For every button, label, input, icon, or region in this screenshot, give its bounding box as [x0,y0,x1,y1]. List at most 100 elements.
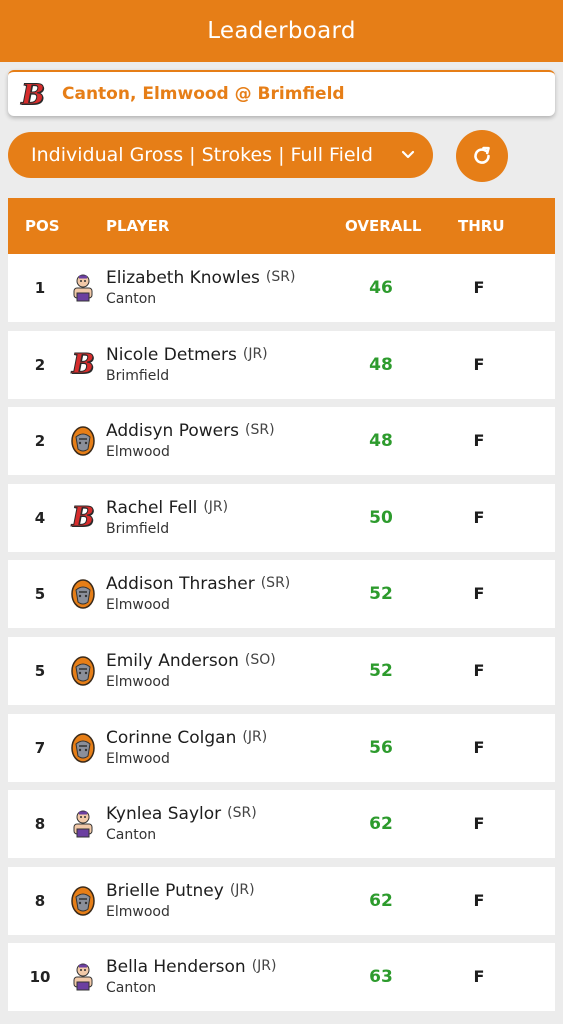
thru-status: F [473,660,485,680]
player-class: (SO) [244,651,276,668]
row-position: 8 [34,815,46,834]
elmwood-logo-icon [68,885,98,917]
table-row[interactable]: 5 Emily Anderson (SO) Elmwood 52 F [8,636,555,705]
player-class: (SR) [265,269,296,285]
player-name-line: Rachel Fell (JR) [106,498,228,518]
player-name: Nicole Detmers [106,344,237,365]
brimfield-logo-icon: B [71,349,95,381]
row-position: 5 [34,585,46,604]
thru-status: F [473,890,485,910]
player-name-line: Nicole Detmers (JR) [106,345,268,365]
table-row[interactable]: 2 B Nicole Detmers (JR) Brimfield 48 F [8,330,555,399]
match-title: Canton, Elmwood @ Brimfield [62,84,345,104]
player-team: Canton [106,291,157,307]
column-header-overall[interactable]: OVERALL [345,217,421,235]
player-team: Elmwood [106,903,170,920]
chevron-down-icon [401,150,415,159]
player-team: Elmwood [106,597,170,614]
player-name: Bella Henderson [106,957,246,978]
player-name-line: Brielle Putney (JR) [106,881,255,901]
canton-logo-icon [68,808,98,840]
player-name: Brielle Putney [106,880,224,901]
row-position: 1 [34,279,46,297]
row-position: 5 [34,661,46,680]
row-position: 7 [34,738,46,757]
player-class: (JR) [251,958,277,975]
player-name: Kynlea Saylor [106,804,222,825]
leaderboard-type-select[interactable]: Individual Gross | Strokes | Full Field [8,132,433,178]
refresh-icon [474,146,490,164]
table-row[interactable]: 8 Kynlea Saylor (SR) Canton 62 F [8,790,555,859]
filter-row: Individual Gross | Strokes | Full Field [8,130,555,182]
elmwood-logo-icon [68,578,98,610]
table-row[interactable]: 8 Brielle Putney (JR) Elmwood 62 F [8,866,555,935]
table-row[interactable]: 5 Addison Thrasher (SR) Elmwood 52 F [8,560,555,629]
leaderboard-list: 1 Elizabeth Knowles (SR) Canton 46 F 2 B Nicole … [8,254,555,1020]
thru-status: F [473,584,485,604]
player-team: Brimfield [106,367,170,384]
player-name: Addison Thrasher [106,574,255,595]
thru-status: F [473,967,485,987]
overall-score: 63 [369,967,393,988]
top-app-bar: Leaderboard [0,0,563,62]
player-team: Canton [106,827,157,844]
row-position: 2 [34,432,46,451]
overall-score: 62 [369,814,393,835]
player-class: (JR) [203,498,229,515]
elmwood-logo-icon [68,425,98,457]
table-row[interactable]: 2 Addisyn Powers (SR) Elmwood 48 F [8,407,555,476]
elmwood-logo-icon [68,732,98,764]
row-position: 4 [34,508,46,527]
player-class: (JR) [242,728,268,745]
table-row[interactable]: 7 Corinne Colgan (JR) Elmwood 56 F [8,713,555,782]
refresh-button[interactable] [456,130,508,182]
thru-status: F [473,814,485,834]
thru-status: F [473,278,485,297]
thru-status: F [473,354,485,374]
player-class: (SR) [227,805,257,822]
player-name: Emily Anderson [106,650,239,671]
player-name-line: Emily Anderson (SO) [106,651,276,671]
player-class: (JR) [242,345,268,362]
canton-logo-icon [68,272,98,304]
canton-logo-icon [68,961,98,993]
brimfield-logo-icon: B [71,502,95,534]
player-team: Elmwood [106,444,170,461]
overall-score: 52 [369,584,393,605]
table-row[interactable]: 10 Bella Henderson (JR) Canton 63 F [8,943,555,1012]
player-name-line: Bella Henderson (JR) [106,957,276,977]
overall-score: 56 [369,737,393,758]
table-row[interactable]: 1 Elizabeth Knowles (SR) Canton 46 F [8,254,555,322]
player-class: (JR) [229,881,255,898]
overall-score: 48 [369,354,393,375]
player-name: Addisyn Powers [106,421,239,442]
player-name: Elizabeth Knowles [106,268,260,288]
row-position: 10 [29,968,51,987]
leaderboard-type-value: Individual Gross | Strokes | Full Field [31,144,373,166]
player-name: Rachel Fell [106,497,198,518]
overall-score: 52 [369,660,393,681]
brimfield-logo-icon: B [21,77,46,111]
column-header-pos[interactable]: POS [25,217,60,235]
overall-score: 46 [369,278,393,298]
table-header: POS PLAYER OVERALL THRU [8,198,555,254]
player-team: Elmwood [106,673,170,690]
player-name-line: Addison Thrasher (SR) [106,574,290,594]
match-card[interactable]: B Canton, Elmwood @ Brimfield [8,70,555,116]
column-header-thru[interactable]: THRU [458,217,505,235]
page-title: Leaderboard [207,18,356,44]
overall-score: 48 [369,431,393,452]
player-team: Elmwood [106,750,170,767]
thru-status: F [473,431,485,451]
player-name-line: Corinne Colgan (JR) [106,728,267,748]
elmwood-logo-icon [68,655,98,687]
player-team: Brimfield [106,520,170,537]
thru-status: F [473,507,485,527]
row-position: 8 [34,891,46,910]
table-row[interactable]: 4 B Rachel Fell (JR) Brimfield 50 F [8,483,555,552]
overall-score: 62 [369,890,393,911]
player-team: Canton [106,980,157,997]
player-name-line: Kynlea Saylor (SR) [106,804,257,824]
player-name-line: Addisyn Powers (SR) [106,421,275,441]
column-header-player[interactable]: PLAYER [106,217,169,235]
